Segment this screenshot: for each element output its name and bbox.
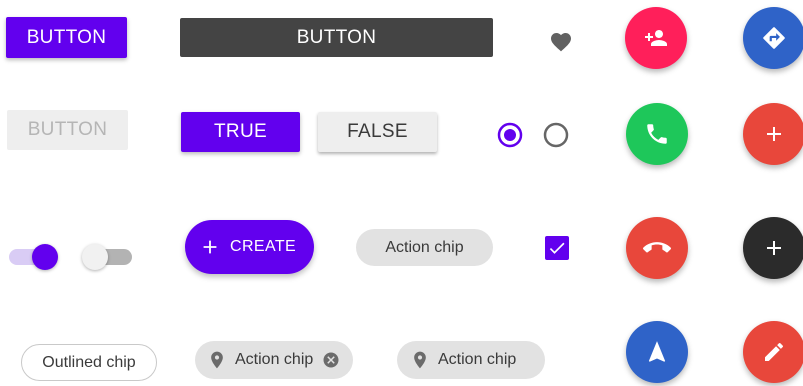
directions-icon	[763, 27, 785, 49]
action-chip-location-label: Action chip	[438, 351, 517, 368]
false-toggle-button[interactable]: FALSE	[318, 112, 437, 152]
primary-button-label: BUTTON	[26, 26, 107, 48]
navigation-icon	[648, 341, 666, 362]
person-add-icon	[645, 30, 667, 46]
plus-icon	[767, 241, 781, 255]
plus-icon	[767, 127, 781, 141]
edit-fab[interactable]	[743, 321, 803, 383]
true-toggle-button[interactable]: TRUE	[181, 112, 300, 152]
directions-fab[interactable]	[743, 7, 803, 69]
switch-on[interactable]	[9, 243, 61, 271]
disabled-button-label: BUTTON	[27, 119, 108, 140]
check-icon	[549, 242, 565, 254]
disabled-button: BUTTON	[7, 110, 128, 150]
action-chip-label: Action chip	[385, 238, 464, 256]
radio-unselected[interactable]	[543, 122, 569, 148]
action-chip[interactable]: Action chip	[356, 229, 493, 266]
outlined-chip[interactable]: Outlined chip	[21, 344, 157, 381]
location-pin-icon	[414, 351, 426, 369]
checkbox-checked[interactable]	[545, 236, 569, 260]
false-toggle-label: FALSE	[347, 121, 408, 142]
phone-icon	[647, 124, 667, 144]
create-extended-fab[interactable]: CREATE	[185, 220, 314, 274]
create-fab-label: CREATE	[230, 238, 297, 255]
close-circle-icon[interactable]	[322, 351, 340, 369]
action-chip-with-close[interactable]: Action chip	[195, 341, 353, 379]
dark-wide-button-label: BUTTON	[296, 26, 377, 48]
heart-icon[interactable]	[548, 30, 574, 54]
primary-button[interactable]: BUTTON	[6, 17, 127, 58]
action-chip-close-label: Action chip	[235, 351, 314, 368]
dark-wide-button[interactable]: BUTTON	[180, 18, 493, 57]
call-end-icon	[643, 242, 671, 253]
call-fab[interactable]	[626, 103, 688, 165]
add-fab-dark[interactable]	[743, 217, 803, 279]
add-fab-red[interactable]	[743, 103, 803, 165]
outlined-chip-label: Outlined chip	[42, 353, 136, 371]
switch-off[interactable]	[82, 243, 134, 271]
true-toggle-label: TRUE	[214, 121, 267, 142]
plus-icon	[203, 240, 217, 254]
add-person-fab[interactable]	[625, 7, 687, 69]
pencil-icon	[765, 342, 784, 361]
call-end-fab[interactable]	[626, 217, 688, 279]
action-chip-location[interactable]: Action chip	[397, 341, 545, 379]
navigation-fab[interactable]	[626, 321, 688, 383]
radio-selected[interactable]	[497, 122, 523, 148]
location-pin-icon	[211, 351, 223, 369]
